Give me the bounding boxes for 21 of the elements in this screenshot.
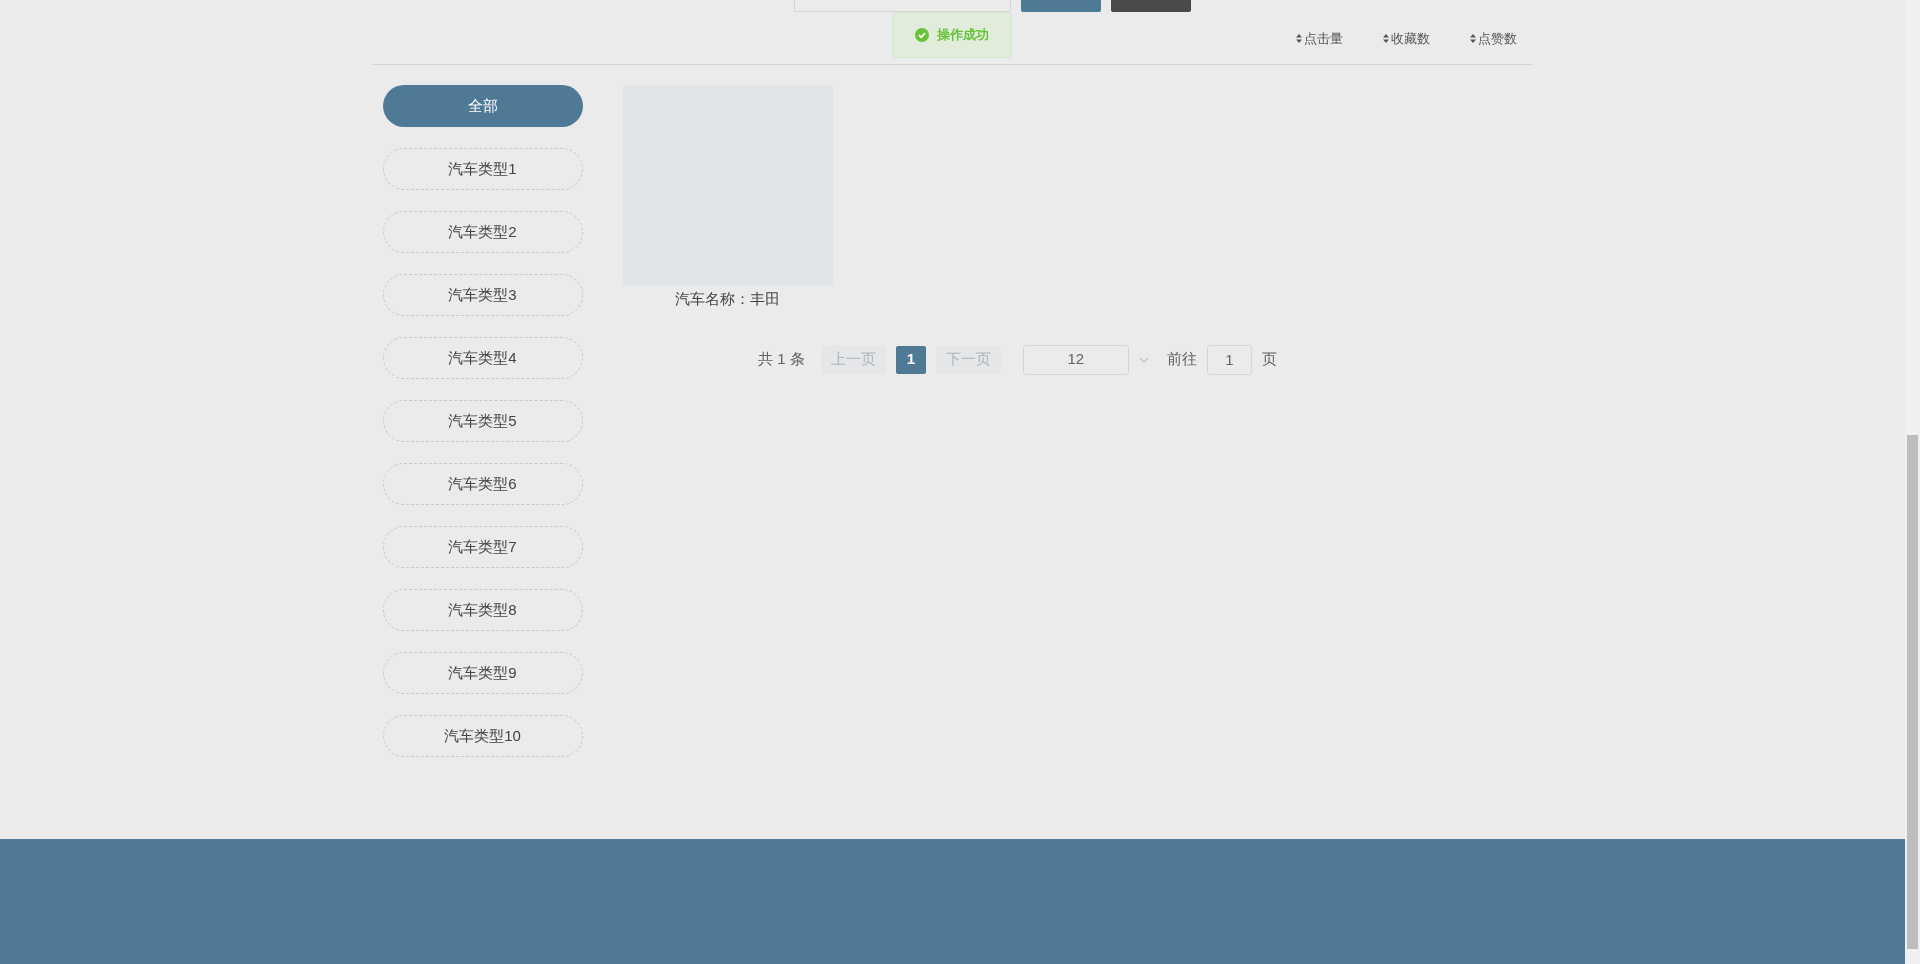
sort-icon bbox=[1295, 34, 1302, 43]
goto-page-field[interactable]: 1 bbox=[1206, 344, 1252, 375]
scrollbar[interactable] bbox=[1905, 0, 1920, 964]
sort-icon bbox=[1382, 34, 1389, 43]
search-button[interactable] bbox=[1020, 0, 1101, 12]
text-field[interactable] bbox=[793, 0, 1011, 12]
product-caption: 汽车名称：丰田 bbox=[675, 289, 780, 309]
page-number[interactable]: 1 bbox=[895, 345, 926, 374]
sort-option[interactable]: 点赞数 bbox=[1469, 28, 1517, 49]
toast-message: 操作成功 bbox=[937, 26, 989, 45]
check-circle-icon bbox=[915, 28, 929, 42]
page-size-value: 12 bbox=[1067, 349, 1085, 370]
total-count: 共 1 条 bbox=[758, 349, 805, 370]
sort-option[interactable]: 收藏数 bbox=[1382, 28, 1430, 49]
reset-button[interactable] bbox=[1110, 0, 1191, 12]
goto-label: 前往 bbox=[1166, 349, 1197, 370]
page-suffix: 页 bbox=[1261, 349, 1277, 370]
sort-option[interactable]: 点击量 bbox=[1295, 28, 1343, 49]
chevron-down-icon bbox=[1138, 356, 1149, 363]
sort-icon bbox=[1469, 34, 1476, 43]
category-tab[interactable]: 全部 bbox=[382, 85, 583, 127]
